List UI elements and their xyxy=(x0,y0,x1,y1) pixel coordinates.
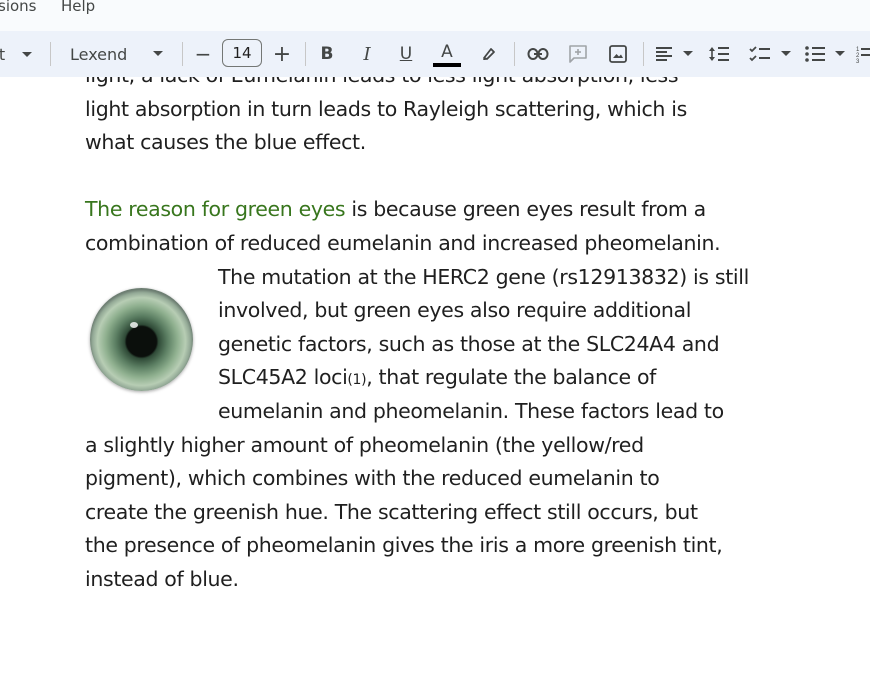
text-line: instead of blue. xyxy=(85,566,239,591)
highlight-color-button[interactable] xyxy=(475,31,503,77)
font-size-input[interactable]: 14 xyxy=(222,39,262,67)
bulleted-list-icon xyxy=(805,46,825,62)
formatting-toolbar: t Lexend − 14 + B I U A 1 2 3 xyxy=(0,31,870,77)
numbered-list-button[interactable]: 1 2 3 xyxy=(856,31,870,77)
insert-link-button[interactable] xyxy=(524,31,552,77)
text-run: SLC45A2 loci xyxy=(218,365,348,390)
align-left-icon xyxy=(656,47,672,61)
chevron-down-icon xyxy=(835,51,845,56)
font-family-value: Lexend xyxy=(70,44,128,64)
highlighter-icon xyxy=(483,48,495,60)
toolbar-divider xyxy=(182,42,183,66)
toolbar-divider xyxy=(50,42,51,66)
text-line: light absorption in turn leads to Raylei… xyxy=(85,96,687,121)
font-family-dropdown[interactable]: Lexend xyxy=(60,31,172,77)
underline-icon: U xyxy=(399,44,413,64)
text-line: the presence of pheomelanin gives the ir… xyxy=(85,533,723,558)
toolbar-divider xyxy=(643,42,644,66)
plus-icon: + xyxy=(272,41,292,67)
menu-item-extensions[interactable]: sions xyxy=(0,0,36,15)
style-dropdown-partial[interactable]: t xyxy=(0,31,10,77)
text-line: create the greenish hue. The scattering … xyxy=(85,499,698,524)
checklist-dropdown[interactable] xyxy=(746,31,794,77)
text-line: light, a lack of Eumelanin leads to less… xyxy=(85,77,815,93)
bulleted-list-dropdown[interactable] xyxy=(802,31,848,77)
checklist-icon xyxy=(749,46,770,62)
image-icon xyxy=(609,45,627,63)
citation-reference[interactable]: (1) xyxy=(347,372,366,388)
decrease-font-size-button[interactable]: − xyxy=(190,31,216,77)
text-run: , that regulate the balance of xyxy=(366,365,657,390)
text-line: what causes the blue effect. xyxy=(85,130,366,155)
text-line: eumelanin and pheomelanin. These factors… xyxy=(218,398,724,423)
text-color-button[interactable]: A xyxy=(432,31,462,77)
green-eyes-heading: The reason for green eyes xyxy=(85,197,346,222)
text-line: pigment), which combines with the reduce… xyxy=(85,466,660,491)
increase-font-size-button[interactable]: + xyxy=(268,31,296,77)
style-dropdown-caret[interactable] xyxy=(18,31,36,77)
toolbar-divider xyxy=(305,42,306,66)
add-comment-icon xyxy=(569,45,587,63)
italic-button[interactable]: I xyxy=(353,31,381,77)
numbered-list-icon: 1 2 3 xyxy=(856,47,870,63)
align-dropdown[interactable] xyxy=(652,31,694,77)
green-eye-image[interactable] xyxy=(90,288,193,391)
menu-item-help[interactable]: Help xyxy=(61,0,95,15)
line-spacing-button[interactable] xyxy=(706,31,732,77)
chevron-down-icon xyxy=(22,51,32,57)
line-spacing-icon xyxy=(709,47,729,61)
italic-icon: I xyxy=(363,43,371,65)
text-color-icon: A xyxy=(441,41,453,62)
menu-bar: sions Help xyxy=(0,0,870,22)
eye-highlight xyxy=(130,322,138,328)
document-text[interactable]: light, a lack of Eumelanin leads to less… xyxy=(85,77,815,597)
link-icon xyxy=(527,48,549,60)
text-line: combination of reduced eumelanin and inc… xyxy=(85,230,721,255)
bold-icon: B xyxy=(320,44,334,64)
add-comment-button[interactable] xyxy=(564,31,592,77)
document-canvas[interactable]: light, a lack of Eumelanin leads to less… xyxy=(0,77,870,680)
text-line: a slightly higher amount of pheomelanin … xyxy=(85,432,644,457)
underline-button[interactable]: U xyxy=(392,31,420,77)
text-line: genetic factors, such as those at the SL… xyxy=(218,331,720,356)
text-line: The reason for green eyes is because gre… xyxy=(85,193,815,227)
svg-text:3: 3 xyxy=(856,59,860,63)
text-line: SLC45A2 loci(1), that regulate the balan… xyxy=(85,361,815,395)
insert-image-button[interactable] xyxy=(604,31,632,77)
toolbar-divider xyxy=(514,42,515,66)
chevron-down-icon xyxy=(781,51,791,56)
text-color-swatch xyxy=(433,62,461,67)
chevron-down-icon xyxy=(153,51,163,56)
text-line: involved, but green eyes also require ad… xyxy=(218,298,692,323)
text-line: The mutation at the HERC2 gene (rs129138… xyxy=(218,264,749,289)
chevron-down-icon xyxy=(683,51,693,56)
minus-icon: − xyxy=(194,42,212,66)
bold-button[interactable]: B xyxy=(313,31,341,77)
text-run: is because green eyes result from a xyxy=(345,197,706,222)
